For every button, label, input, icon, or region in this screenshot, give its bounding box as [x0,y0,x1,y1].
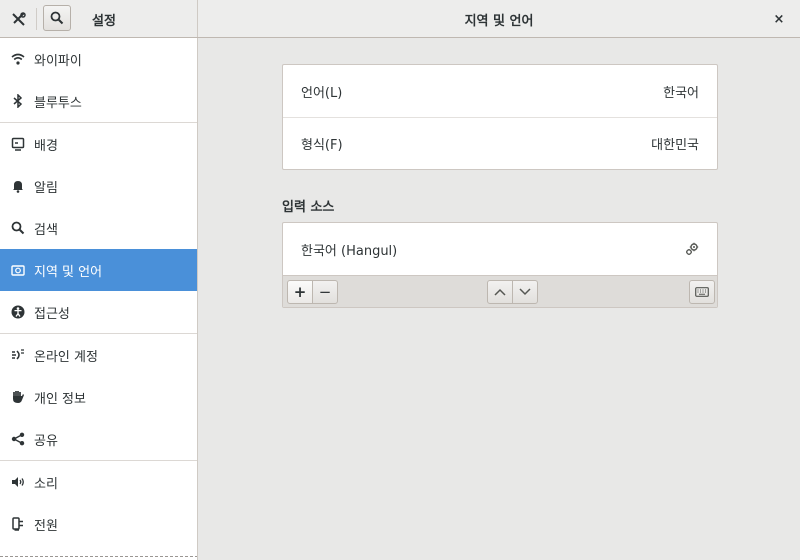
sidebar-item-privacy[interactable]: 개인 정보 [0,376,197,418]
input-source-row[interactable]: 한국어 (Hangul) [283,223,717,275]
formats-value: 대한민국 [651,138,699,153]
gears-icon [686,242,699,255]
power-plug-icon [10,516,26,532]
speaker-icon [10,474,26,490]
formats-label: 형식(F) [301,138,343,153]
close-button[interactable]: × [768,9,790,29]
sidebar-item-accessibility[interactable]: 접근성 [0,291,197,333]
add-icon: + [293,283,307,301]
sidebar-item-background[interactable]: 배경 [0,123,197,165]
language-row[interactable]: 언어(L) 한국어 [283,65,717,117]
move-down-button[interactable] [512,280,538,304]
keyboard-layout-button[interactable] [689,280,715,304]
sidebar-item-power[interactable]: 전원 [0,503,197,545]
share-icon [10,431,26,447]
search-icon [50,11,64,25]
online-accounts-icon [10,347,26,363]
accessibility-icon [10,304,26,320]
search-icon [10,220,26,236]
settings-title: 설정 [92,14,116,29]
region-icon [10,262,26,278]
sidebar-item-label: 온라인 계정 [34,349,98,365]
input-source-settings-button[interactable] [685,242,699,256]
background-icon [10,136,26,152]
sidebar-scroll-edge [0,556,197,560]
privacy-hand-icon [10,389,26,405]
sidebar-item-label: 개인 정보 [34,391,86,407]
language-label: 언어(L) [301,85,343,101]
language-formats-panel: 언어(L) 한국어 형식(F) 대한민국 [282,64,718,170]
wifi-icon [10,51,26,67]
page-title: 지역 및 언어 [464,14,534,29]
chevron-up-icon [494,288,506,296]
header-separator [36,8,37,30]
language-value: 한국어 [663,85,699,101]
keyboard-icon [695,287,709,297]
sidebar-item-label: 소리 [34,476,58,492]
close-icon: × [773,11,785,27]
input-source-name: 한국어 (Hangul) [301,243,398,259]
sidebar-item-label: 공유 [34,433,58,449]
remove-input-source-button[interactable]: − [312,280,338,304]
formats-row[interactable]: 형식(F) 대한민국 [283,117,717,169]
header-bar: 설정 지역 및 언어 × [0,0,800,38]
sidebar-item-search[interactable]: 검색 [0,207,197,249]
sidebar-item-label: 검색 [34,222,58,238]
sidebar-item-label: 알림 [34,180,58,196]
sidebar-item-label: 블루투스 [34,95,82,111]
sidebar-item-label: 지역 및 언어 [34,264,103,280]
sidebar-item-region-language[interactable]: 지역 및 언어 [0,249,197,291]
sidebar-item-notifications[interactable]: 알림 [0,165,197,207]
sidebar-item-label: 접근성 [34,306,70,322]
sidebar-item-label: 와이파이 [34,53,82,69]
sidebar: 와이파이 블루투스 배경 알림 검색 지역 및 언어 접근성 온라인 계정 개인… [0,38,198,560]
sidebar-item-sound[interactable]: 소리 [0,461,197,503]
sidebar-item-bluetooth[interactable]: 블루투스 [0,80,197,122]
sidebar-item-wifi[interactable]: 와이파이 [0,38,197,80]
input-sources-panel: 한국어 (Hangul) + − [282,222,718,308]
move-up-button[interactable] [487,280,513,304]
sidebar-item-label: 전원 [34,518,58,534]
input-sources-title: 입력 소스 [282,200,335,215]
chevron-down-icon [519,288,531,296]
tools-icon[interactable] [8,8,30,30]
remove-icon: − [318,283,332,301]
sidebar-item-label: 배경 [34,138,58,154]
sidebar-item-sharing[interactable]: 공유 [0,418,197,460]
sidebar-header: 설정 [0,0,198,37]
search-button[interactable] [43,5,71,31]
input-sources-toolbar: + − [283,275,717,307]
bluetooth-icon [10,93,26,109]
add-input-source-button[interactable]: + [287,280,313,304]
sidebar-item-online-accounts[interactable]: 온라인 계정 [0,334,197,376]
bell-icon [10,178,26,194]
